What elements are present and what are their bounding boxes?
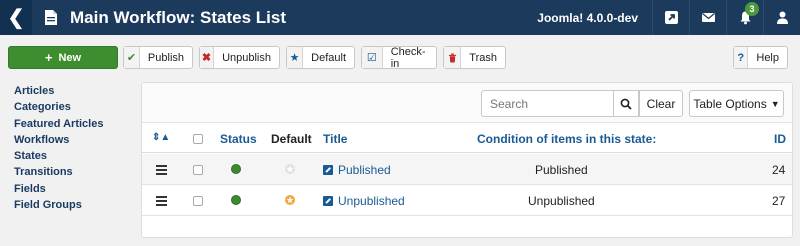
table-row: Published Published 24 (142, 154, 792, 185)
new-button-label: New (58, 51, 82, 64)
sidebar-item-states[interactable]: States (14, 148, 103, 164)
title-column-header[interactable]: Title (323, 132, 347, 146)
drag-handle-icon[interactable] (156, 196, 167, 208)
status-column-header[interactable]: Status (220, 132, 257, 146)
drag-handle-icon[interactable] (156, 165, 167, 177)
external-link-icon (664, 11, 678, 24)
notification-count-badge: 3 (745, 2, 759, 16)
trash-label: Trash (469, 51, 497, 64)
document-icon (45, 10, 57, 25)
sidebar-item-categories[interactable]: Categories (14, 99, 103, 115)
unpublish-button[interactable]: ✖ Unpublish (199, 46, 280, 69)
joomla-version-link[interactable]: Joomla! 4.0.0-dev (537, 11, 638, 25)
row-id: 27 (772, 194, 786, 208)
help-button[interactable]: ? Help (733, 46, 788, 69)
row-title-text: Unpublished (338, 194, 405, 208)
edit-icon (323, 165, 333, 175)
default-button[interactable]: ★ Default (286, 46, 355, 69)
trash-icon (444, 47, 462, 68)
states-list-panel: Search Clear Table Options ▼ ⇕▲ Status D… (141, 82, 793, 238)
user-icon (776, 11, 788, 24)
messages-button[interactable] (689, 0, 726, 35)
x-icon: ✖ (200, 47, 215, 68)
table-options-label: Table Options (693, 96, 767, 111)
default-label: Default (311, 51, 346, 64)
published-status-icon[interactable] (231, 164, 241, 174)
row-title-link[interactable]: Unpublished (323, 194, 405, 208)
notifications-button[interactable]: 3 (726, 0, 763, 35)
checkbox-icon: ☑ (362, 47, 383, 68)
row-condition: Unpublished (528, 194, 595, 208)
publish-label: Publish (147, 51, 184, 64)
sidebar-item-field-groups[interactable]: Field Groups (14, 197, 103, 213)
envelope-icon (701, 13, 715, 22)
checkin-button[interactable]: ☑ Check-in (361, 45, 437, 70)
default-column-header: Default (271, 132, 312, 146)
page-title: Main Workflow: States List (70, 7, 286, 27)
header-bar: ❮ Main Workflow: States List Joomla! 4.0… (0, 0, 800, 35)
back-button[interactable]: ❮ (0, 0, 32, 35)
caret-down-icon: ▼ (770, 98, 780, 109)
unpublish-label: Unpublish (222, 51, 271, 64)
clear-button[interactable]: Clear (639, 90, 683, 117)
published-status-icon[interactable] (231, 195, 241, 205)
checkin-label: Check-in (390, 45, 426, 70)
sidebar-item-featured-articles[interactable]: Featured Articles (14, 116, 103, 132)
search-button[interactable] (613, 90, 639, 117)
search-input[interactable]: Search (481, 90, 614, 117)
condition-column-header[interactable]: Condition of items in this state: (477, 132, 656, 146)
sidebar-item-transitions[interactable]: Transitions (14, 164, 103, 180)
toolbar: + New ✔ Publish ✖ Unpublish ★ Default ☑ … (8, 46, 792, 70)
select-all-checkbox[interactable] (193, 134, 203, 144)
sidebar-item-fields[interactable]: Fields (14, 181, 103, 197)
sidebar: Articles Categories Featured Articles Wo… (14, 83, 103, 213)
default-star-active-icon[interactable] (284, 194, 296, 206)
help-label: Help (756, 51, 779, 64)
plus-icon: + (44, 50, 53, 65)
new-button[interactable]: + New (8, 46, 118, 69)
external-link-button[interactable] (652, 0, 689, 35)
row-title-text: Published (338, 163, 391, 177)
sidebar-item-articles[interactable]: Articles (14, 83, 103, 99)
id-column-header[interactable]: ID (774, 132, 786, 146)
filter-bar: Search Clear Table Options ▼ (142, 83, 792, 123)
row-checkbox[interactable] (193, 165, 203, 175)
default-star-inactive-icon[interactable] (284, 163, 296, 175)
table-options-button[interactable]: Table Options ▼ (689, 90, 784, 117)
edit-icon (323, 196, 333, 206)
row-title-link[interactable]: Published (323, 163, 391, 177)
check-icon: ✔ (124, 47, 140, 68)
question-icon: ? (734, 47, 749, 68)
sidebar-item-workflows[interactable]: Workflows (14, 132, 103, 148)
table-row: Unpublished Unpublished 27 (142, 185, 792, 216)
publish-button[interactable]: ✔ Publish (123, 46, 193, 69)
chevron-left-icon: ❮ (7, 7, 25, 29)
trash-button[interactable]: Trash (443, 46, 506, 69)
row-checkbox[interactable] (193, 196, 203, 206)
star-icon: ★ (287, 47, 304, 68)
row-id: 24 (772, 163, 786, 177)
ordering-sort-icon[interactable]: ⇕▲ (152, 132, 170, 143)
search-icon (620, 98, 632, 110)
row-condition: Published (535, 163, 588, 177)
user-menu-button[interactable] (763, 0, 800, 35)
